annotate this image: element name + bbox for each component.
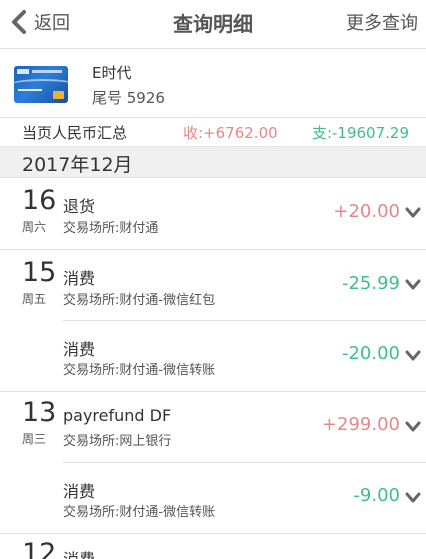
- txn-amount: +299.00: [321, 414, 400, 435]
- month-header: 2017年12月: [0, 146, 426, 178]
- txn-amount: -20.00: [341, 343, 400, 364]
- txn-amount: -25.99: [341, 273, 400, 294]
- header-bar: 返回 查询明细 更多查询: [0, 0, 426, 46]
- table-row[interactable]: 13 周三 payrefund DF 交易场所:网上银行 +299.00: [0, 392, 426, 462]
- txn-place: 交易场所:财付通-微信红包: [63, 293, 216, 308]
- txn-amount: +20.00: [333, 201, 400, 222]
- chevron-down-icon[interactable]: [405, 421, 421, 433]
- txn-place: 交易场所:财付通-微信转账: [63, 505, 216, 520]
- txn-type: payrefund DF: [63, 406, 172, 425]
- txn-day: 13: [22, 397, 57, 428]
- txn-place: 交易场所:财付通-微信转账: [63, 363, 216, 378]
- chevron-down-icon[interactable]: [405, 350, 421, 362]
- table-row[interactable]: 12 消费: [0, 534, 426, 559]
- month-label: 2017年12月: [22, 154, 133, 176]
- card-tail-number: 尾号 5926: [92, 89, 165, 107]
- txn-weekday: 周三: [22, 432, 47, 446]
- table-row[interactable]: 消费 交易场所:财付通-微信转账 -20.00: [0, 321, 426, 391]
- summary-income: 收:+6762.00: [183, 124, 278, 142]
- summary-label: 当页人民币汇总: [22, 124, 128, 142]
- txn-place: 交易场所:财付通: [63, 221, 159, 236]
- txn-type: 消费: [63, 546, 95, 559]
- txn-amount: -9.00: [353, 485, 400, 506]
- more-query-button[interactable]: 更多查询: [346, 9, 418, 35]
- card-band: [32, 70, 62, 73]
- txn-place: 交易场所:网上银行: [63, 434, 172, 449]
- chevron-down-icon[interactable]: [405, 492, 421, 504]
- txn-day: 15: [22, 257, 57, 288]
- chevron-down-icon[interactable]: [405, 279, 421, 291]
- txn-day: 12: [22, 538, 57, 559]
- txn-type: 消费: [63, 340, 96, 359]
- card-name: E时代: [92, 64, 132, 82]
- table-row[interactable]: 消费 交易场所:财付通-微信转账 -9.00: [0, 463, 426, 533]
- page-summary: 当页人民币汇总 收:+6762.00 支:-19607.29: [0, 119, 426, 145]
- txn-type: 消费: [63, 482, 96, 501]
- bank-card-icon: [14, 66, 68, 103]
- txn-weekday: 周六: [22, 220, 47, 234]
- table-row[interactable]: 15 周五 消费 交易场所:财付通-微信红包 -25.99: [0, 250, 426, 320]
- card-info: E时代 尾号 5926: [0, 48, 426, 118]
- chevron-down-icon[interactable]: [405, 207, 421, 219]
- card-brand-mark: [17, 69, 29, 74]
- txn-weekday: 周五: [22, 292, 47, 306]
- txn-day: 16: [22, 185, 57, 216]
- card-chip: [53, 91, 64, 99]
- txn-type: 消费: [63, 269, 96, 288]
- summary-expense: 支:-19607.29: [311, 124, 409, 142]
- table-row[interactable]: 16 周六 退货 交易场所:财付通 +20.00: [0, 179, 426, 249]
- txn-type: 退货: [63, 197, 96, 216]
- card-number-strip: [18, 89, 42, 91]
